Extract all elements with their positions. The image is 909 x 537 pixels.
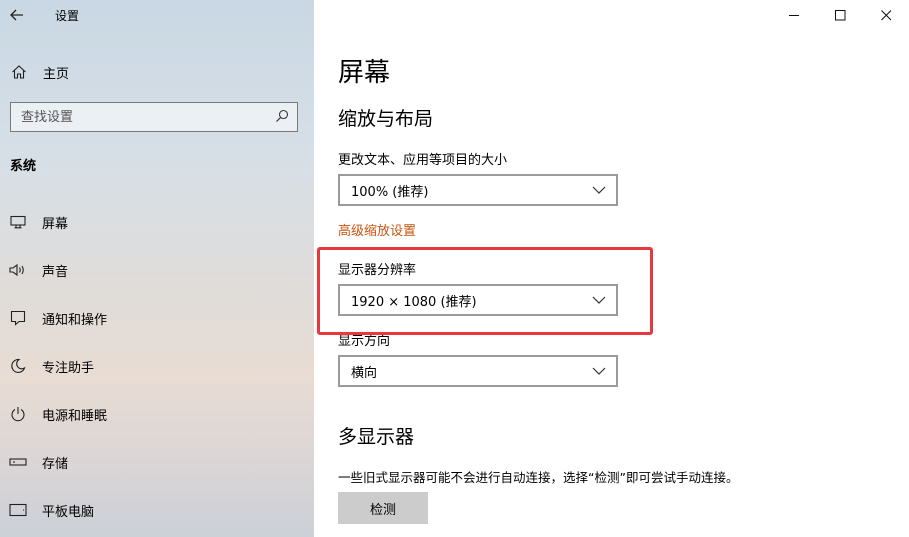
sidebar-item-label: 屏幕 (42, 216, 69, 232)
search-box[interactable] (10, 102, 298, 132)
sidebar-item-label: 电源和睡眠 (42, 408, 108, 424)
sidebar: 设置 主页 系统 (0, 0, 314, 537)
speaker-icon (8, 263, 28, 277)
chevron-down-icon (592, 186, 606, 194)
sidebar-item-tablet[interactable]: 平板电脑 (0, 486, 314, 534)
advanced-scaling-link[interactable]: 高级缩放设置 (338, 220, 416, 239)
sidebar-item-label: 存储 (42, 456, 69, 472)
notification-icon (8, 310, 28, 326)
power-icon (8, 406, 28, 422)
page-title: 屏幕 (338, 58, 391, 88)
close-icon (880, 9, 891, 20)
maximize-icon (834, 9, 845, 20)
sidebar-item-notifications[interactable]: 通知和操作 (0, 294, 314, 342)
maximize-button[interactable] (817, 0, 863, 30)
multiple-displays-description: 一些旧式显示器可能不会进行自动连接，选择“检测”即可尝试手动连接。 (338, 470, 739, 485)
chevron-down-icon (592, 367, 606, 375)
search-icon[interactable] (275, 108, 289, 127)
moon-icon (8, 358, 28, 374)
detect-button[interactable]: 检测 (338, 492, 428, 524)
monitor-icon (8, 215, 28, 229)
minimize-button[interactable] (771, 0, 817, 30)
sidebar-item-display[interactable]: 屏幕 (0, 198, 314, 246)
sidebar-item-label: 专注助手 (42, 360, 95, 376)
sidebar-item-label: 通知和操作 (42, 312, 108, 328)
text-size-label: 更改文本、应用等项目的大小 (338, 153, 508, 168)
close-button[interactable] (863, 0, 909, 30)
sidebar-item-sound[interactable]: 声音 (0, 246, 314, 294)
sidebar-item-focus-assist[interactable]: 专注助手 (0, 342, 314, 390)
multiple-displays-heading: 多显示器 (338, 426, 415, 448)
tablet-icon (8, 503, 28, 517)
sidebar-item-label: 声音 (42, 264, 69, 280)
text-size-value: 100% (推荐) (351, 184, 429, 200)
text-size-select[interactable]: 100% (推荐) (338, 174, 618, 206)
sidebar-item-storage[interactable]: 存储 (0, 438, 314, 486)
back-button[interactable] (0, 0, 34, 30)
orientation-value: 横向 (351, 365, 378, 381)
titlebar-left: 设置 (0, 0, 314, 30)
back-arrow-icon (10, 9, 23, 21)
window-controls (771, 0, 909, 30)
storage-icon (8, 456, 28, 468)
home-icon (9, 64, 29, 80)
settings-window: 设置 主页 系统 (0, 0, 909, 537)
main-content: 屏幕 缩放与布局 更改文本、应用等项目的大小 100% (推荐) 高级缩放设置 … (314, 0, 909, 537)
scale-layout-heading: 缩放与布局 (338, 108, 434, 130)
sidebar-item-home[interactable]: 主页 (0, 56, 314, 88)
home-label: 主页 (43, 66, 70, 82)
sidebar-item-power[interactable]: 电源和睡眠 (0, 390, 314, 438)
app-title: 设置 (55, 8, 80, 23)
search-input[interactable] (21, 109, 251, 125)
orientation-select[interactable]: 横向 (338, 355, 618, 387)
resolution-highlight-box (317, 247, 653, 335)
sidebar-nav: 屏幕 声音 通知和操作 专注助手 电源和睡眠 存储 平板电脑 (0, 198, 314, 534)
sidebar-item-label: 平板电脑 (42, 504, 95, 520)
minimize-icon (788, 14, 799, 16)
sidebar-section-label: 系统 (10, 159, 37, 174)
